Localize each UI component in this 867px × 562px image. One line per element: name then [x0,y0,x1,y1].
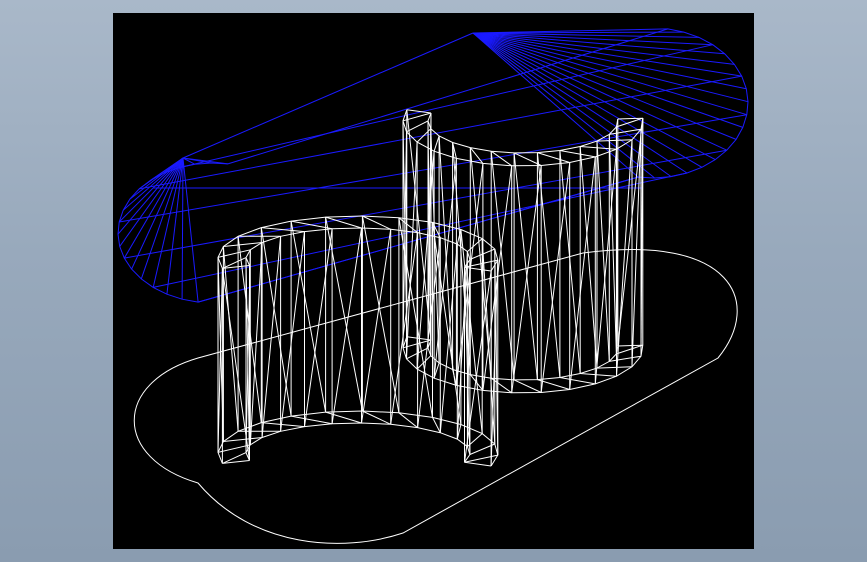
cyl-ring-edge [537,152,570,163]
cyl-ring-edge [559,377,596,385]
cyl-diagonal-edge [439,244,458,433]
cyl-diagonal-edge [438,135,454,370]
cyl-diagonal-edge [511,165,542,393]
cyl-ring-edge [406,120,429,133]
cyl-end-edge [617,344,643,347]
wireframe-scene[interactable] [113,13,754,549]
cap-fan-edge [119,157,184,247]
cyl-ring-edge [217,249,251,258]
cyl-ring-edge [362,215,391,230]
cyl-diagonal-edge [290,221,327,413]
cyl-diagonal-edge [416,151,435,370]
cyl-diagonal-edge [456,251,468,440]
cyl-diagonal-edge [261,236,282,438]
cap-fan-edge [117,157,184,235]
cyl-ring-edge [596,139,633,142]
cyl-ring-edge [432,417,441,433]
cyl-diagonal-edge [569,156,596,390]
cyl-ring-edge [580,373,617,377]
cyl-ring-edge [452,369,457,386]
cyl-end-edge [464,461,492,467]
cyl-diagonal-edge [260,227,292,417]
cyl-diagonal-edge [331,227,362,424]
right-semi-cylinder-wireframe [402,109,644,394]
cyl-end-edge [406,109,432,341]
cyl-ring-edge [580,146,617,150]
cyl-ring-edge [490,150,512,167]
cyl-end-edge [464,266,492,272]
cap-strip-edge [153,172,688,288]
cyl-end-edge [617,118,644,347]
cyl-diagonal-edge [361,229,392,424]
cap-strip-edge [182,32,474,159]
cap-fan-edge [472,32,747,116]
cyl-ring-edge [261,227,305,233]
cap-strip-edge [139,75,742,190]
cyl-ring-edge [433,135,440,152]
cyl-ring-edge [559,150,596,158]
cap-fan-edge [472,32,749,103]
base-obround-outline [133,249,738,544]
cyl-diagonal-edge [222,246,239,432]
cyl-ring-edge [291,415,333,425]
cyl-ring-edge [416,128,432,143]
cyl-ring-edge [490,377,512,394]
cyl-end-edge [617,117,643,120]
cyl-ring-edge [325,411,362,424]
cyl-diagonal-edge [631,129,642,367]
cyl-ring-edge [513,379,542,393]
cyl-ring-edge [362,410,391,425]
cyl-ring-edge [261,422,305,428]
cyl-ring-edge [596,366,633,369]
cyl-ring-edge [464,454,498,463]
cap-fan-edge [181,157,184,300]
cyl-diagonal-edge [579,146,598,369]
wireframe-viewport[interactable] [113,13,754,549]
cyl-ring-edge [616,344,643,355]
cyl-diagonal-edge [280,231,305,432]
cap-fan-edge [166,157,184,295]
cad-application-window [0,0,867,562]
cap-fan-edge [472,32,656,179]
cyl-bottom-inner-arc [245,422,471,463]
cyl-diagonal-edge [540,162,571,393]
